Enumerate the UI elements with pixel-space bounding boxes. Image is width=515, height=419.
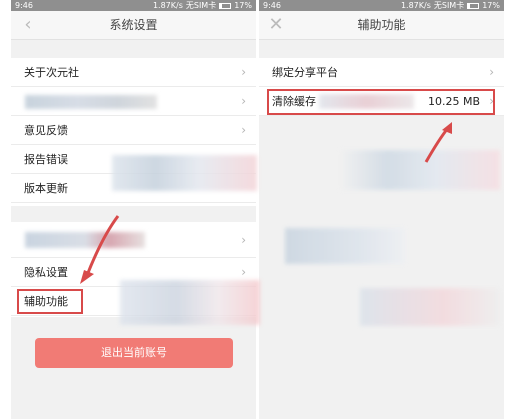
highlight-box-clear-cache <box>267 89 495 115</box>
page-title: 辅助功能 <box>357 18 406 32</box>
status-time: 9:46 <box>15 1 33 10</box>
blurred-overlay <box>120 280 260 325</box>
logout-button[interactable]: 退出当前账号 <box>35 338 233 368</box>
settings-item-label: 关于次元社 <box>24 66 79 79</box>
nav-bar: ✕ 辅助功能 <box>259 11 504 40</box>
settings-item-obscured[interactable]: › <box>11 87 256 116</box>
chevron-right-icon: › <box>489 65 494 79</box>
nav-bar: ‹ 系统设置 <box>11 11 256 40</box>
settings-item-feedback[interactable]: 意见反馈 › <box>11 116 256 145</box>
network-speed: 1.87K/s <box>400 1 431 10</box>
highlight-box-accessibility <box>17 289 83 314</box>
chevron-right-icon: › <box>241 123 246 137</box>
chevron-right-icon: › <box>241 94 246 108</box>
sim-status: 无SIM卡 <box>433 1 465 10</box>
status-bar: 9:46 1.87K/s 无SIM卡 17% <box>11 0 256 11</box>
settings-item-about[interactable]: 关于次元社 › <box>11 58 256 87</box>
page-title: 系统设置 <box>109 18 158 32</box>
status-time: 9:46 <box>263 1 281 10</box>
red-arrow-icon <box>80 215 120 284</box>
settings-item-label: 报告错误 <box>24 153 68 166</box>
blurred-overlay <box>360 288 500 326</box>
blurred-content <box>25 95 157 109</box>
blurred-overlay <box>112 155 257 191</box>
chevron-right-icon: › <box>241 233 246 247</box>
blurred-overlay <box>285 228 405 264</box>
accessibility-item-share-binding[interactable]: 绑定分享平台 › <box>259 58 504 87</box>
status-bar: 9:46 1.87K/s 无SIM卡 17% <box>259 0 504 11</box>
battery-icon <box>467 2 480 9</box>
network-speed: 1.87K/s <box>152 1 183 10</box>
battery-icon <box>219 2 232 9</box>
right-phone-screen: 9:46 1.87K/s 无SIM卡 17% ✕ 辅助功能 绑定分享平台 › 清… <box>259 0 504 419</box>
battery-level: 17% <box>234 1 252 10</box>
sim-status: 无SIM卡 <box>185 1 217 10</box>
chevron-right-icon: › <box>241 65 246 79</box>
red-arrow-icon <box>424 122 452 163</box>
settings-item-label: 意见反馈 <box>24 124 68 137</box>
battery-level: 17% <box>482 1 500 10</box>
settings-item-label: 版本更新 <box>24 182 68 195</box>
settings-item-obscured[interactable]: › <box>11 222 256 258</box>
settings-item-label: 隐私设置 <box>24 266 68 279</box>
accessibility-item-label: 绑定分享平台 <box>272 66 338 79</box>
left-phone-screen: 9:46 1.87K/s 无SIM卡 17% ‹ 系统设置 关于次元社 › › … <box>11 0 256 419</box>
